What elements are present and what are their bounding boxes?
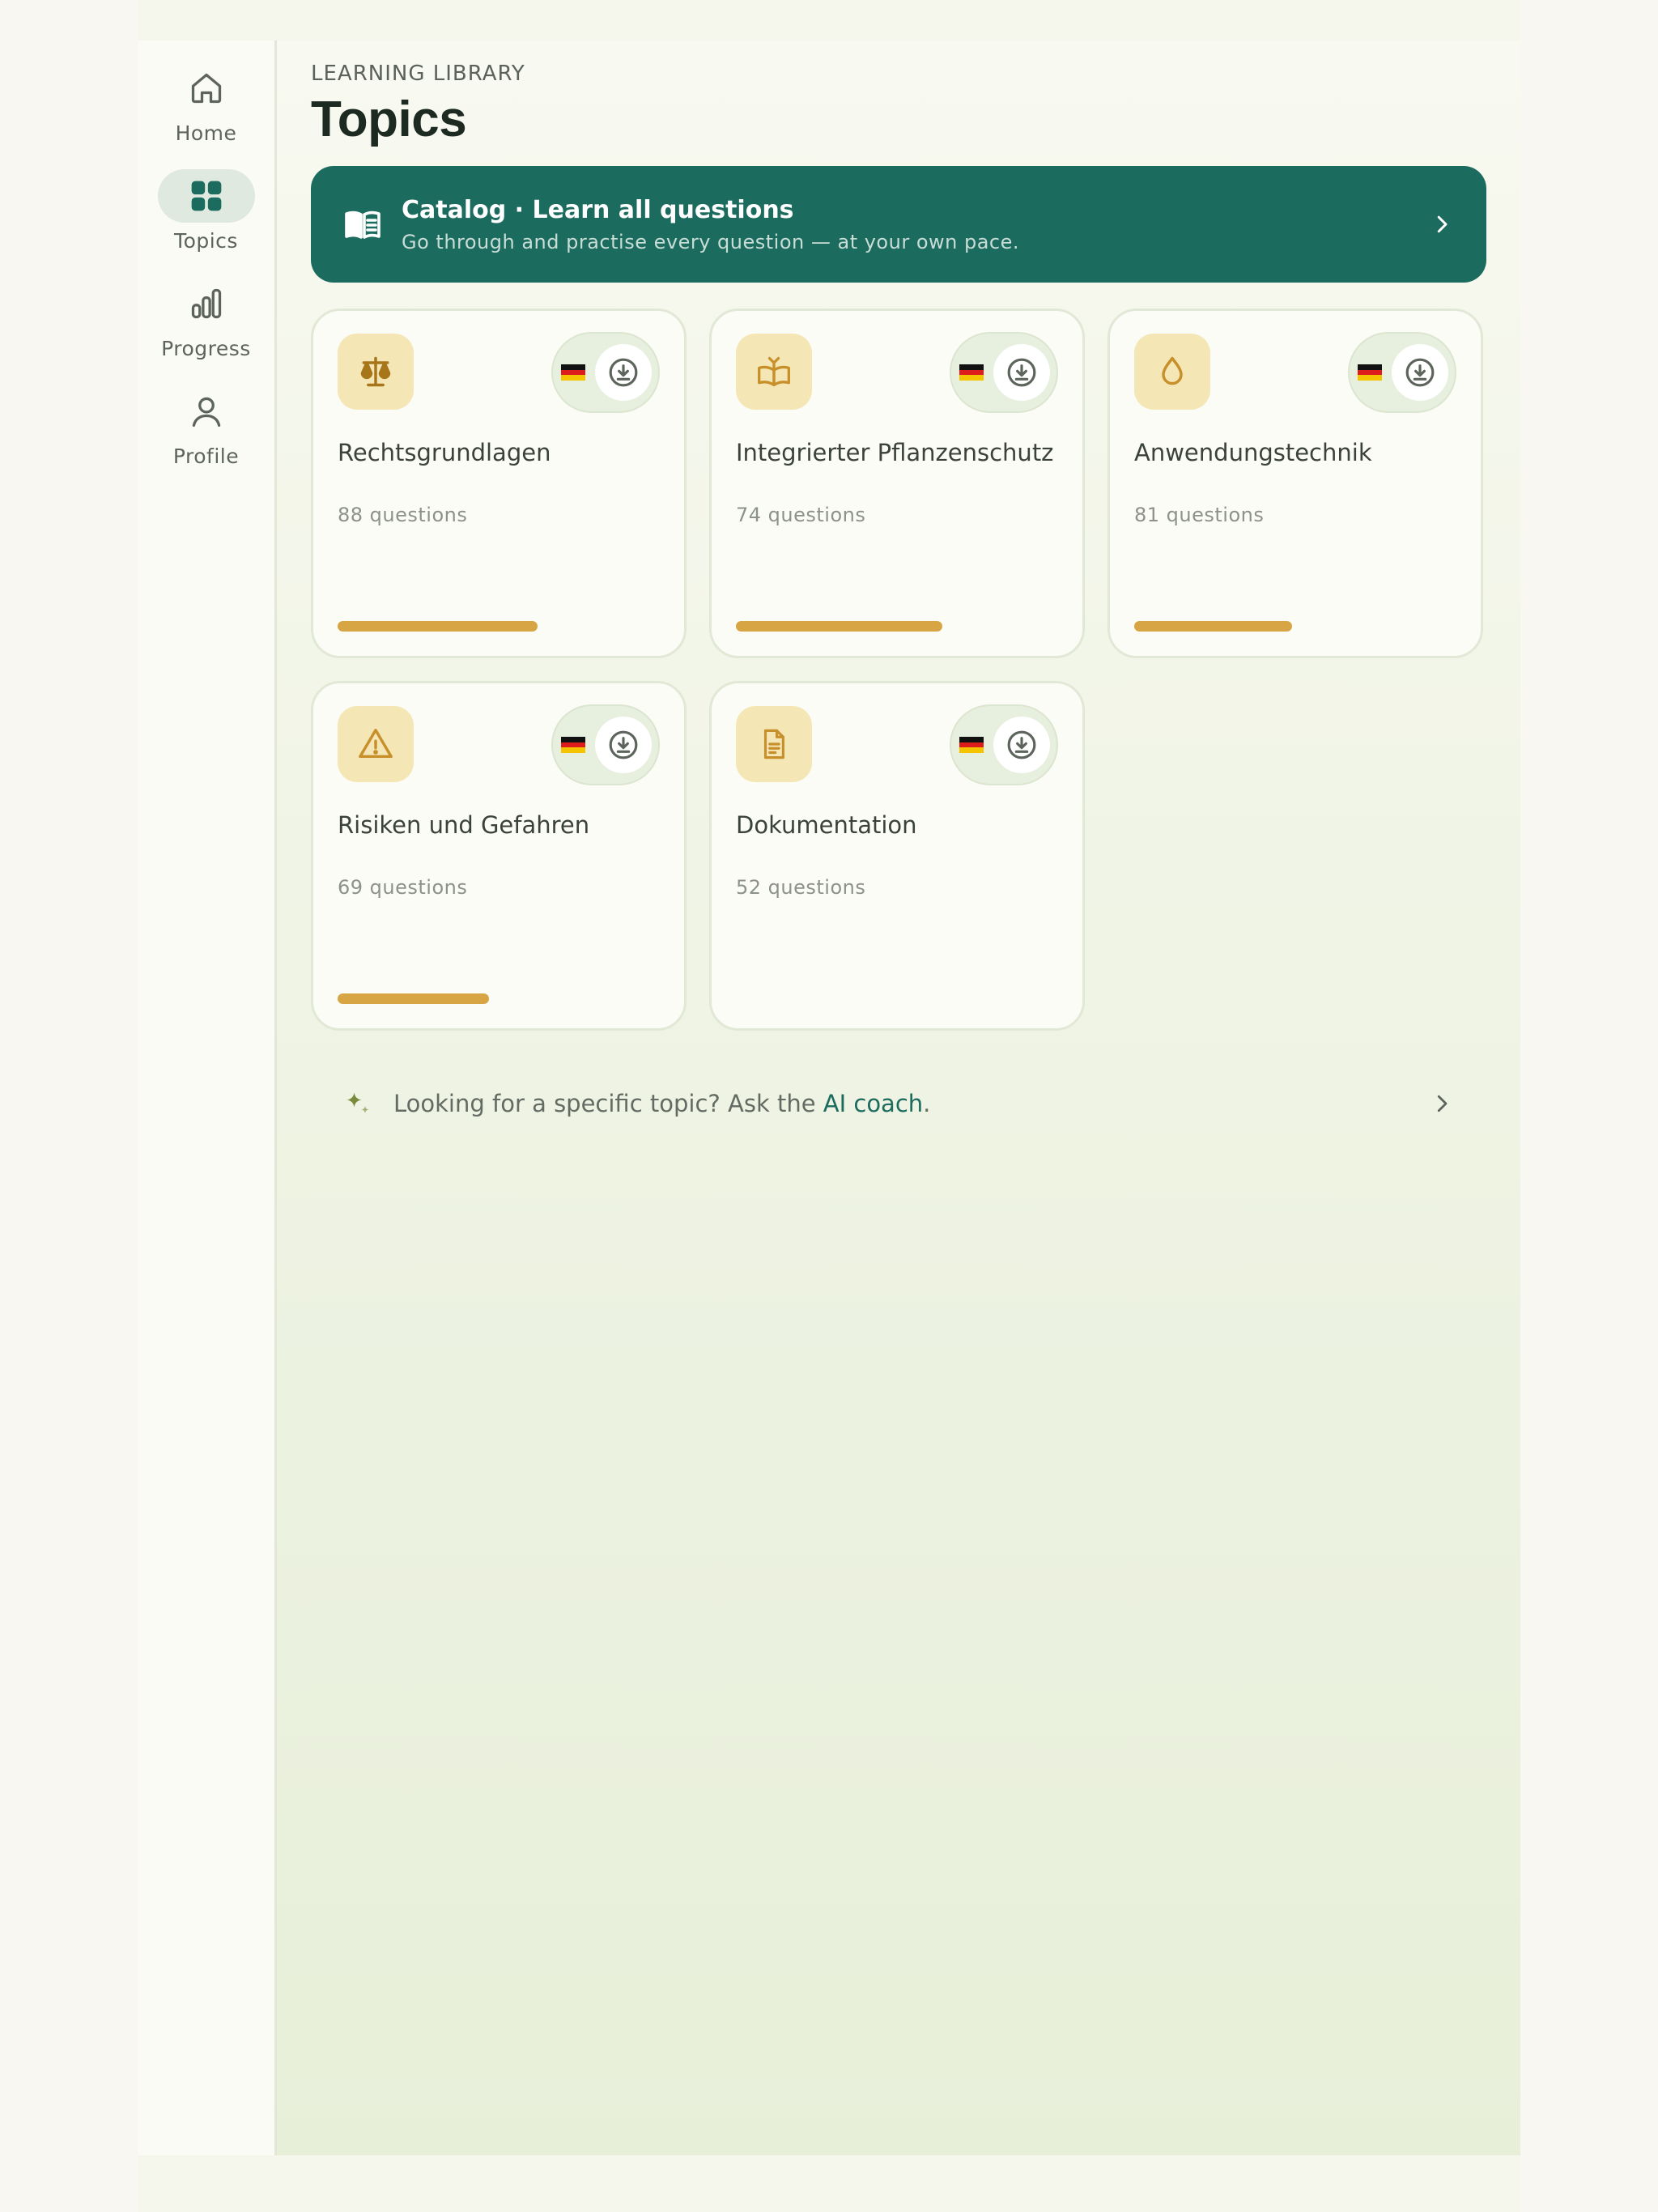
nav-item-topics[interactable]: Topics [146,169,267,253]
german-flag-icon [561,737,585,754]
progress-bar [736,993,1058,1004]
topic-name: Risiken und Gefahren [338,811,590,839]
download-button[interactable] [993,344,1050,401]
grid-icon [157,169,255,223]
download-button[interactable] [595,344,652,401]
chevron-right-icon [1437,215,1448,233]
coach-prompt-text: Looking for a specific topic? Ask the [393,1090,823,1117]
progress-fill [1134,621,1293,632]
progress-bar [736,621,1058,632]
language-download-pill [551,704,660,785]
nav-item-home[interactable]: Home [146,62,267,145]
catalog-subtitle: Go through and practise every question —… [402,230,1020,253]
topic-name: Dokumentation [736,811,917,839]
topic-name: Anwendungstechnik [1134,439,1372,466]
german-flag-icon [959,364,984,381]
question-count: 69 questions [338,876,468,899]
document-icon [736,706,812,782]
home-icon [158,62,255,115]
topic-card[interactable]: Dokumentation 52 questions [709,681,1085,1031]
warning-icon [338,706,414,782]
scales-icon [338,334,414,410]
download-icon [1405,358,1435,387]
nav-label: Profile [172,445,240,468]
language-download-pill [950,332,1058,413]
nav-label: Progress [161,337,251,360]
bar-chart-icon [158,277,255,330]
topic-card[interactable]: Anwendungstechnik 81 questions [1107,308,1483,658]
book-sprout-icon [736,334,812,410]
language-download-pill [950,704,1058,785]
catalog-title: Catalog · Learn all questions [402,195,794,224]
sparkle-icon [346,1092,369,1113]
download-icon [609,730,638,759]
topic-card[interactable]: Integrierter Pflanzenschutz 74 questions [709,308,1085,658]
nav-item-progress[interactable]: Progress [146,277,267,360]
download-icon [609,358,638,387]
sidebar: Home Topics Progress Profile [138,40,277,2155]
progress-fill [338,993,490,1004]
progress-bar [1134,621,1456,632]
droplet-icon [1134,334,1210,410]
ai-coach-prompt[interactable]: Looking for a specific topic? Ask the AI… [311,1068,1486,1139]
language-download-pill [1348,332,1456,413]
coach-text: Looking for a specific topic? Ask the AI… [393,1090,1430,1117]
nav-label: Topics [174,229,238,253]
catalog-banner[interactable]: Catalog · Learn all questions Go through… [311,166,1486,283]
question-count: 88 questions [338,504,468,526]
download-icon [1007,358,1036,387]
main-content: LEARNING LIBRARY Topics Catalog · Learn … [277,40,1520,2155]
chevron-right-icon [1437,1095,1448,1112]
progress-bar [338,621,660,632]
progress-fill [338,621,538,632]
download-button[interactable] [993,717,1050,773]
topic-card[interactable]: Risiken und Gefahren 69 questions [311,681,687,1031]
app: Home Topics Progress Profile LEARNING LI… [138,40,1520,2155]
question-count: 74 questions [736,504,866,526]
download-icon [1007,730,1036,759]
nav-item-profile[interactable]: Profile [146,385,267,468]
open-book-icon [343,203,385,245]
question-count: 52 questions [736,876,866,899]
german-flag-icon [1358,364,1382,381]
ai-coach-link[interactable]: AI coach [823,1090,923,1117]
user-icon [158,385,255,438]
download-button[interactable] [595,717,652,773]
language-download-pill [551,332,660,413]
question-count: 81 questions [1134,504,1265,526]
german-flag-icon [959,737,984,754]
topic-name: Rechtsgrundlagen [338,439,551,466]
page-eyebrow: LEARNING LIBRARY [311,62,525,86]
catalog-text: Catalog · Learn all questions Go through… [402,196,1430,253]
german-flag-icon [561,364,585,381]
nav-label: Home [175,121,237,145]
page-title: Topics [311,91,467,147]
coach-suffix: . [923,1090,931,1117]
progress-fill [736,621,942,632]
topic-card[interactable]: Rechtsgrundlagen 88 questions [311,308,687,658]
progress-bar [338,993,660,1004]
download-button[interactable] [1392,344,1448,401]
topic-name: Integrierter Pflanzenschutz [736,439,1054,466]
topics-grid: Rechtsgrundlagen 88 questions Integriert… [311,308,1486,1031]
